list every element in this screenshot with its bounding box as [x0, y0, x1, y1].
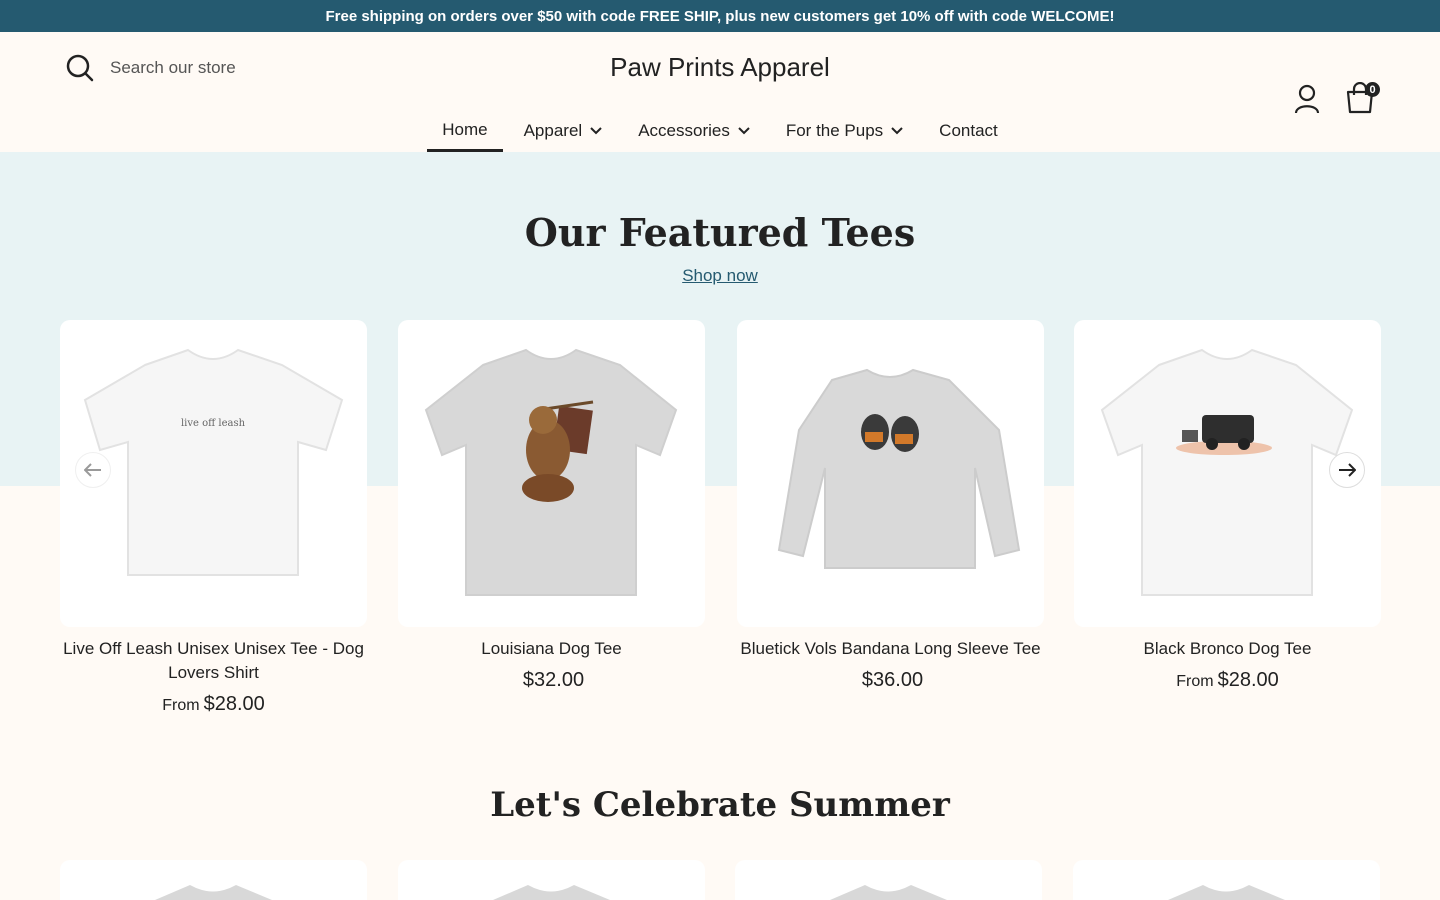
summer-product-card[interactable]: [1073, 860, 1380, 900]
product-title[interactable]: Live Off Leash Unisex Unisex Tee - Dog L…: [60, 637, 367, 685]
product-title[interactable]: Bluetick Vols Bandana Long Sleeve Tee: [737, 637, 1044, 661]
nav-item-apparel[interactable]: Apparel: [509, 110, 618, 152]
arrow-right-icon: [1339, 463, 1356, 477]
price-from-label: From: [162, 697, 200, 714]
nav-item-label: Apparel: [523, 121, 583, 140]
tshirt-image: [830, 885, 947, 900]
summer-product-card[interactable]: [735, 860, 1042, 900]
tshirt-image: [493, 885, 610, 900]
nav-item-home[interactable]: Home: [427, 110, 503, 152]
product-price-row: From $28.00: [1074, 669, 1381, 692]
tshirt-image: [155, 885, 272, 900]
nav-item-label: Accessories: [638, 121, 730, 140]
site-header: Search our store Paw Prints Apparel 0 Ho…: [0, 32, 1440, 152]
product-image[interactable]: [398, 320, 705, 627]
summer-product-card[interactable]: [60, 860, 367, 900]
nav-item-for-the-pups[interactable]: For the Pups: [771, 110, 918, 152]
product-price-row: $36.00: [737, 669, 1044, 692]
product-title[interactable]: Black Bronco Dog Tee: [1074, 637, 1381, 661]
product-card[interactable]: live off leash Live Off Leash Unisex Uni…: [60, 320, 367, 716]
nav-item-accessories[interactable]: Accessories: [623, 110, 765, 152]
tshirt-image: [1168, 885, 1285, 900]
carousel-next-button[interactable]: [1329, 452, 1365, 488]
nav-item-label: For the Pups: [785, 121, 884, 140]
price-from-label: From: [1176, 673, 1214, 690]
carousel-prev-button[interactable]: [75, 452, 111, 488]
tshirt-print-text: live off leash: [181, 418, 246, 429]
arrow-left-icon: [84, 463, 101, 477]
product-card[interactable]: Louisiana Dog Tee $32.00: [398, 320, 705, 692]
product-card[interactable]: Black Bronco Dog Tee From $28.00: [1074, 320, 1381, 692]
logo-link[interactable]: Paw Prints Apparel: [610, 52, 830, 82]
product-image[interactable]: [737, 320, 1044, 627]
featured-title: Our Featured Tees: [524, 210, 916, 255]
longsleeve-image: [777, 368, 1021, 569]
product-price: $36.00: [861, 669, 924, 691]
chevron-down-icon: [891, 127, 903, 135]
product-price: $28.00: [203, 693, 265, 715]
announcement-text: Free shipping on orders over $50 with co…: [325, 7, 1115, 25]
product-price: $32.00: [522, 669, 585, 691]
chevron-down-icon: [738, 127, 750, 135]
summer-section-title: Let's Celebrate Summer: [490, 785, 950, 825]
main-nav: Home Apparel Accessories For the Pups Co…: [0, 110, 1440, 152]
product-title[interactable]: Louisiana Dog Tee: [398, 637, 705, 661]
product-price-row: $32.00: [398, 669, 705, 692]
search-input[interactable]: Search our store: [110, 58, 236, 78]
product-price: $28.00: [1217, 669, 1279, 691]
search-field[interactable]: Search our store: [66, 54, 236, 82]
shop-now-link[interactable]: Shop now: [682, 266, 758, 285]
chevron-down-icon: [590, 127, 602, 135]
summer-product-card[interactable]: [398, 860, 705, 900]
nav-item-label: Home: [442, 119, 488, 139]
search-icon[interactable]: [66, 54, 94, 82]
product-price-row: From $28.00: [60, 693, 367, 716]
product-card[interactable]: Bluetick Vols Bandana Long Sleeve Tee $3…: [737, 320, 1044, 692]
tshirt-image: [424, 348, 678, 596]
cart-count-badge: 0: [1365, 82, 1380, 97]
nav-item-contact[interactable]: Contact: [924, 110, 1013, 152]
nav-item-label: Contact: [939, 121, 998, 140]
shop-now: Shop now: [0, 266, 1440, 286]
announcement-bar: Free shipping on orders over $50 with co…: [0, 0, 1440, 32]
